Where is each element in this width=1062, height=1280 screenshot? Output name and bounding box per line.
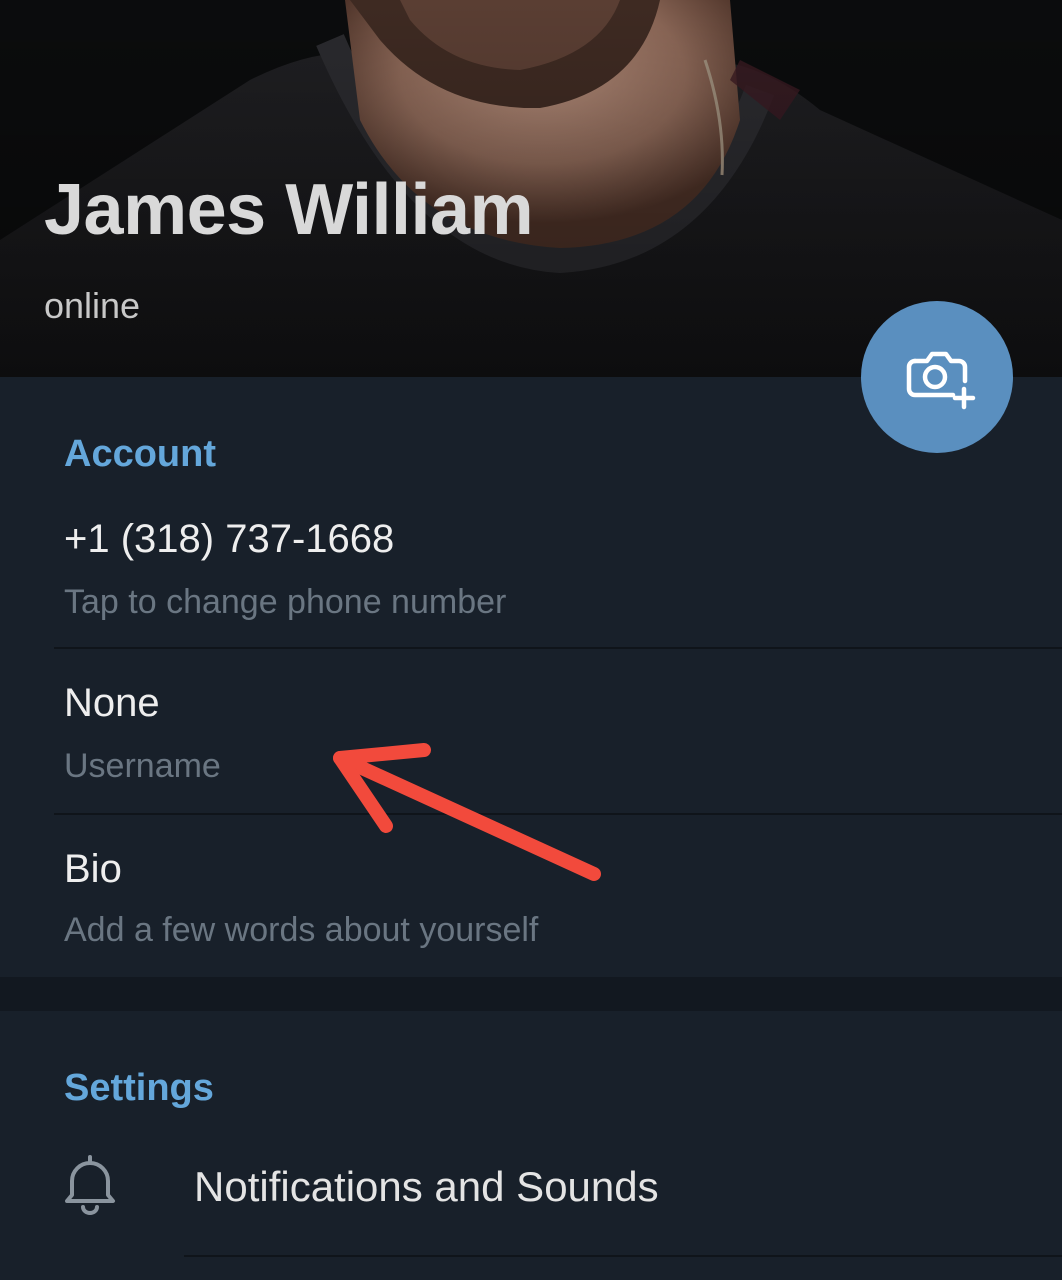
profile-status: online xyxy=(44,285,141,326)
profile-name: James William xyxy=(44,170,534,250)
bio-hint: Add a few words about yourself xyxy=(64,911,539,949)
phone-number-row[interactable]: +1 (318) 737-1668 Tap to change phone nu… xyxy=(0,507,1062,647)
account-section-title: Account xyxy=(64,433,216,475)
phone-number-value: +1 (318) 737-1668 xyxy=(64,517,395,561)
profile-settings-screen: James William online Account +1 (318) 73… xyxy=(0,0,1062,1280)
username-value: None xyxy=(64,681,160,725)
bio-value: Bio xyxy=(64,847,122,891)
username-row[interactable]: None Username xyxy=(0,649,1062,813)
bell-icon xyxy=(65,1155,115,1215)
settings-section: Settings Notifications and Sounds xyxy=(0,1011,1062,1280)
camera-add-icon xyxy=(906,351,976,410)
username-hint: Username xyxy=(64,747,221,785)
account-section: Account +1 (318) 737-1668 Tap to change … xyxy=(0,377,1062,977)
settings-section-title: Settings xyxy=(64,1067,214,1109)
settings-item-notifications[interactable]: Notifications and Sounds xyxy=(0,1141,1062,1257)
divider xyxy=(184,1255,1062,1257)
phone-number-hint: Tap to change phone number xyxy=(64,583,507,621)
bio-row[interactable]: Bio Add a few words about yourself xyxy=(0,815,1062,977)
section-separator xyxy=(0,977,1062,1011)
set-photo-button[interactable] xyxy=(861,301,1013,453)
settings-item-label: Notifications and Sounds xyxy=(194,1163,659,1210)
